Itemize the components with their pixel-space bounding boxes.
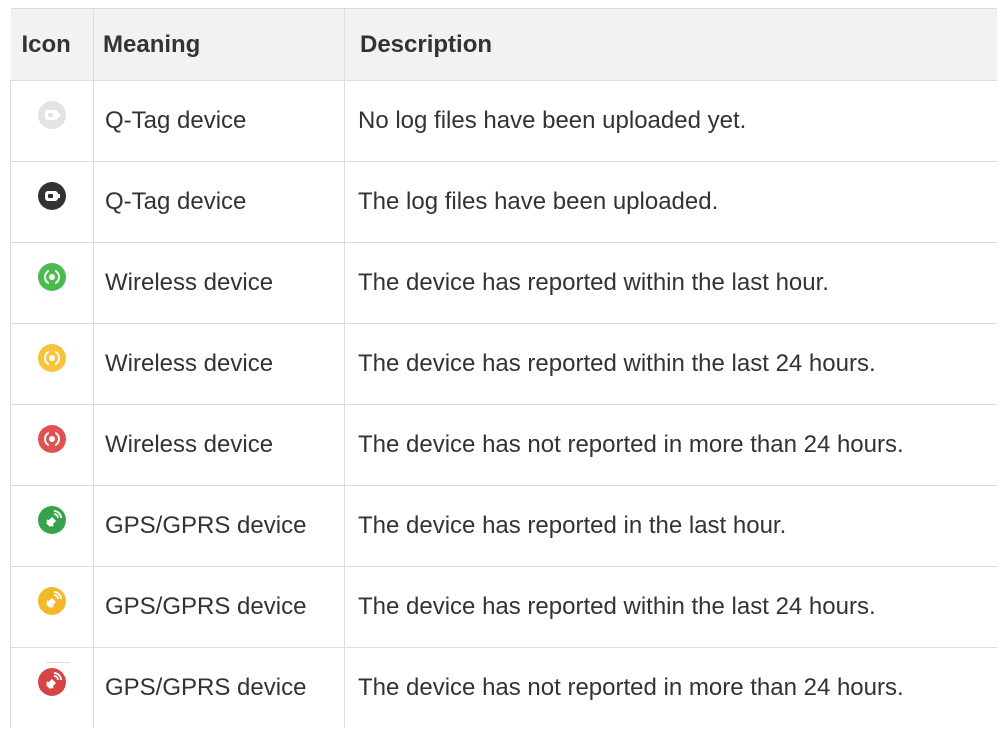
icon-legend-table: Icon Meaning Description Q-Tag device No… [10,8,997,728]
table-row: GPS/GPRS device The device has reported … [10,566,997,648]
description-cell: The device has reported within the last … [344,242,997,324]
header-meaning: Meaning [93,8,345,81]
icon-cell [10,161,94,243]
icon-cell [10,404,94,486]
header-icon: Icon [10,8,94,81]
qtag-uploaded-icon [38,181,66,210]
description-cell: The device has reported in the last hour… [344,485,997,567]
meaning-cell: Wireless device [93,323,345,405]
table-row: Wireless device The device has reported … [10,323,997,405]
table-row: GPS/GPRS device The device has not repor… [10,647,997,728]
description-cell: The log files have been uploaded. [344,161,997,243]
icon-cell [10,485,94,567]
wireless-red-icon [38,424,66,453]
table-row: Q-Tag device The log files have been upl… [10,161,997,243]
meaning-cell: Wireless device [93,242,345,324]
gps-red-icon [38,667,66,696]
meaning-cell: Q-Tag device [93,80,345,162]
gps-green-icon [38,505,66,534]
gps-yellow-icon [38,586,66,615]
meaning-cell: GPS/GPRS device [93,647,345,728]
meaning-cell: Q-Tag device [93,161,345,243]
description-cell: The device has not reported in more than… [344,647,997,728]
description-cell: The device has not reported in more than… [344,404,997,486]
icon-cell [10,80,94,162]
table-header-row: Icon Meaning Description [10,8,997,81]
icon-cell [10,647,94,728]
meaning-cell: Wireless device [93,404,345,486]
icon-cell [10,323,94,405]
table-row: Q-Tag device No log files have been uplo… [10,80,997,162]
table-row: Wireless device The device has not repor… [10,404,997,486]
wireless-green-icon [38,262,66,291]
device-icon-legend: Icon Meaning Description Q-Tag device No… [10,8,997,728]
icon-cell [10,566,94,648]
table-row: GPS/GPRS device The device has reported … [10,485,997,567]
table-row: Wireless device The device has reported … [10,242,997,324]
divider [46,662,70,663]
header-description: Description [344,8,997,81]
meaning-cell: GPS/GPRS device [93,566,345,648]
description-cell: The device has reported within the last … [344,323,997,405]
description-cell: No log files have been uploaded yet. [344,80,997,162]
wireless-yellow-icon [38,343,66,372]
icon-cell [10,242,94,324]
meaning-cell: GPS/GPRS device [93,485,345,567]
description-cell: The device has reported within the last … [344,566,997,648]
qtag-empty-icon [38,100,66,129]
